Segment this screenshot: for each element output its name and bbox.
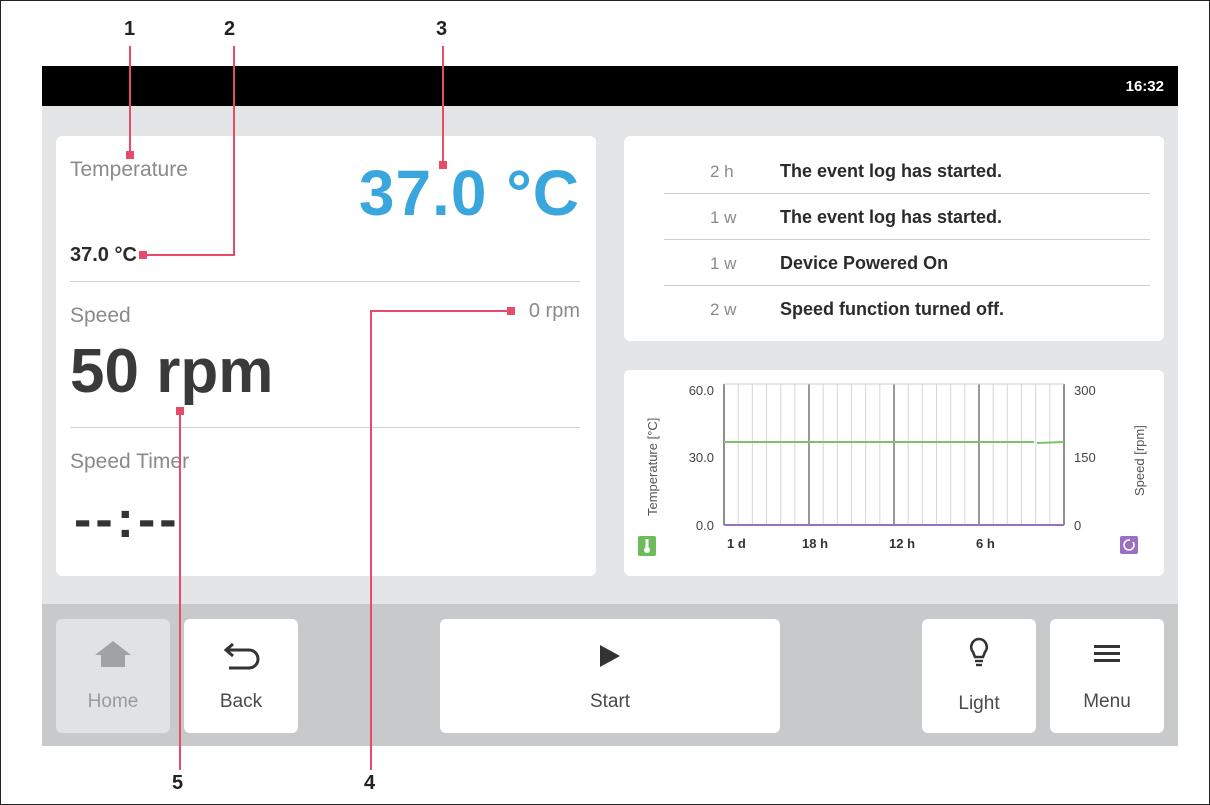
back-arrow-icon — [223, 642, 260, 670]
event-message: Device Powered On — [780, 253, 949, 273]
back-button-label: Back — [219, 691, 263, 712]
back-button[interactable]: Back — [184, 619, 298, 733]
right-tick-label: 300 — [1074, 383, 1096, 398]
start-button-label: Start — [589, 691, 631, 712]
light-button[interactable]: Light — [922, 619, 1036, 733]
event-age: 2 h — [710, 162, 734, 181]
event-log-row: 2 w Speed function turned off. — [664, 286, 1150, 332]
temperature-actual-value: 37.0 °C — [358, 157, 580, 229]
light-button-label: Light — [958, 693, 1000, 714]
main-values-card: Temperature 37.0 °C 37.0 °C Speed 0 rpm … — [56, 136, 596, 576]
thermometer-icon[interactable] — [638, 536, 656, 556]
play-icon — [600, 645, 620, 667]
temperature-line — [1036, 441, 1065, 444]
speed-label: Speed — [70, 304, 131, 327]
callout-3: 3 — [436, 18, 448, 40]
speed-timer-label: Speed Timer — [70, 450, 190, 473]
callout-5: 5 — [172, 772, 184, 794]
home-button[interactable]: Home — [56, 619, 170, 733]
x-tick-label: 1 d — [727, 536, 746, 551]
lightbulb-icon — [970, 637, 988, 667]
start-button[interactable]: Start — [440, 619, 780, 733]
divider — [70, 281, 580, 282]
hamburger-menu-icon — [1094, 645, 1120, 662]
event-message: The event log has started. — [780, 161, 1003, 181]
speed-actual-value: 50 rpm — [70, 337, 274, 406]
right-tick-label: 0 — [1074, 518, 1081, 533]
speed-timer-value[interactable]: --:-- — [74, 490, 181, 550]
callout-5-marker — [176, 407, 184, 415]
left-axis-title: Temperature [°C] — [645, 418, 660, 516]
rotate-icon[interactable] — [1120, 536, 1138, 554]
callout-3-leader — [442, 46, 444, 164]
x-tick-label: 6 h — [976, 536, 995, 551]
callout-1-leader — [129, 46, 131, 154]
temperature-label: Temperature — [70, 158, 188, 181]
event-age: 1 w — [710, 208, 737, 227]
callout-3-marker — [439, 161, 447, 169]
callout-4-leader — [370, 310, 372, 770]
x-tick-label: 12 h — [889, 536, 915, 551]
callout-4-marker — [507, 307, 515, 315]
trend-chart-card[interactable]: 60.0 30.0 0.0 300 150 0 1 d 18 h 12 h 6 … — [624, 370, 1164, 576]
clock: 16:32 — [1125, 78, 1164, 95]
home-icon — [95, 641, 131, 667]
x-tick-label: 18 h — [802, 536, 828, 551]
callout-2: 2 — [224, 18, 236, 40]
callout-4: 4 — [364, 772, 376, 794]
menu-button[interactable]: Menu — [1050, 619, 1164, 733]
event-log-card[interactable]: 2 h The event log has started. 1 w The e… — [624, 136, 1164, 341]
left-tick-label: 60.0 — [689, 383, 714, 398]
callout-4-leader — [370, 310, 510, 312]
event-message: Speed function turned off. — [780, 299, 1004, 319]
callout-2-leader — [233, 46, 235, 256]
right-tick-label: 150 — [1074, 450, 1096, 465]
left-tick-label: 0.0 — [696, 518, 714, 533]
trend-chart: 60.0 30.0 0.0 300 150 0 1 d 18 h 12 h 6 … — [638, 383, 1147, 556]
callout-1: 1 — [124, 18, 136, 40]
menu-button-label: Menu — [1083, 691, 1131, 712]
home-button-label: Home — [87, 691, 139, 712]
callout-1-marker — [126, 151, 134, 159]
chart-gridlines — [737, 384, 1051, 525]
status-bar: 16:32 — [42, 66, 1178, 106]
event-age: 1 w — [710, 254, 737, 273]
callout-5-leader — [179, 410, 181, 770]
left-tick-label: 30.0 — [689, 450, 714, 465]
device-screen: 16:32 Temperature 37.0 °C 37.0 °C Speed … — [42, 66, 1178, 746]
event-log-row: 1 w The event log has started. — [664, 194, 1150, 240]
event-log-row: 2 h The event log has started. — [664, 148, 1150, 194]
event-message: The event log has started. — [780, 207, 1003, 227]
right-axis-title: Speed [rpm] — [1132, 425, 1147, 496]
speed-setpoint[interactable]: 0 rpm — [529, 300, 580, 323]
divider — [70, 427, 580, 428]
temperature-setpoint[interactable]: 37.0 °C — [70, 244, 137, 267]
callout-2-leader — [142, 254, 235, 256]
callout-2-marker — [139, 251, 147, 259]
event-log-row: 1 w Device Powered On — [664, 240, 1150, 286]
event-age: 2 w — [710, 300, 737, 319]
